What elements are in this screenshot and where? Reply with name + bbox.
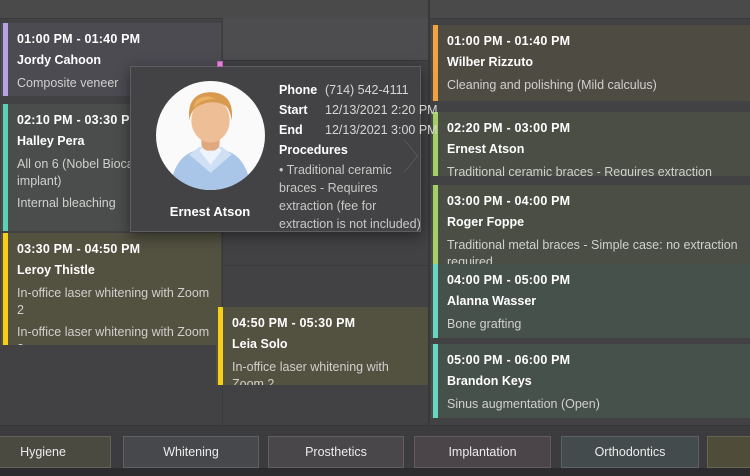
appointment-procedure: In-office laser whitening with Zoom 2 bbox=[232, 360, 389, 385]
appointment-time: 05:00 PM - 06:00 PM bbox=[447, 353, 571, 367]
appointment-patient-name: Leia Solo bbox=[232, 337, 288, 351]
start-label: Start bbox=[279, 103, 308, 117]
appointment-card-brandon-keys[interactable]: 05:00 PM - 06:00 PM Brandon Keys Sinus a… bbox=[431, 344, 750, 418]
timeslot-gridline bbox=[223, 265, 428, 266]
appointment-card-leroy-thistle[interactable]: 03:30 PM - 04:50 PM Leroy Thistle In-off… bbox=[1, 233, 221, 345]
appointment-resize-handle[interactable] bbox=[217, 61, 223, 67]
phone-value: (714) 542-4111 bbox=[325, 83, 409, 97]
appointment-procedure: Sinus augmentation (Open) bbox=[447, 397, 600, 411]
appointment-patient-name: Roger Foppe bbox=[447, 215, 525, 229]
appointment-time: 03:30 PM - 04:50 PM bbox=[17, 242, 141, 256]
tab-whitening[interactable]: Whitening bbox=[123, 436, 259, 468]
tab-hygiene[interactable]: Hygiene bbox=[0, 436, 111, 468]
appointment-patient-name: Brandon Keys bbox=[447, 374, 532, 388]
appointment-procedure: Cleaning and polishing (Mild calculus) bbox=[447, 78, 657, 92]
timeslot-gridline bbox=[223, 60, 428, 61]
appointment-patient-name: Ernest Atson bbox=[447, 142, 525, 156]
appointment-procedure: Traditional ceramic braces - Requires ex… bbox=[447, 165, 712, 176]
appointment-procedure: In-office laser whitening with Zoom 2 bbox=[17, 286, 210, 317]
appointment-patient-name: Leroy Thistle bbox=[17, 263, 95, 277]
category-color-bar bbox=[3, 233, 8, 345]
tab-implantation[interactable]: Implantation bbox=[414, 436, 551, 468]
appointment-time: 01:00 PM - 01:40 PM bbox=[17, 32, 141, 46]
scheduler-window: 01:00 PM - 01:40 PM Jordy Cahoon Composi… bbox=[0, 0, 750, 476]
tab-partial[interactable] bbox=[707, 436, 750, 468]
appointment-card-roger-foppe[interactable]: 03:00 PM - 04:00 PM Roger Foppe Traditio… bbox=[431, 185, 750, 265]
empty-timeslot-cell[interactable] bbox=[223, 18, 428, 60]
appointment-card-ernest-atson[interactable]: 02:20 PM - 03:00 PM Ernest Atson Traditi… bbox=[431, 112, 750, 176]
appointment-time: 02:20 PM - 03:00 PM bbox=[447, 121, 571, 135]
tab-prosthetics[interactable]: Prosthetics bbox=[268, 436, 404, 468]
appointment-procedure: Bone grafting bbox=[447, 317, 522, 331]
end-label: End bbox=[279, 123, 303, 137]
tooltip-patient-panel: Ernest Atson bbox=[143, 77, 277, 223]
category-color-bar bbox=[3, 23, 8, 96]
procedures-text: • Traditional ceramic braces - Requires … bbox=[279, 163, 421, 231]
start-value: 12/13/2021 2:20 PM bbox=[325, 103, 438, 117]
category-color-bar bbox=[3, 104, 8, 231]
bottom-strip bbox=[0, 468, 750, 476]
appointment-time: 04:50 PM - 05:30 PM bbox=[232, 316, 356, 330]
tooltip-details-panel: Phone (714) 542-4111 Start 12/13/2021 2:… bbox=[277, 77, 438, 231]
appointment-card-wilber-rizzuto[interactable]: 01:00 PM - 01:40 PM Wilber Rizzuto Clean… bbox=[431, 25, 750, 101]
scheduler-header-bar bbox=[0, 0, 750, 19]
appointment-time: 04:00 PM - 05:00 PM bbox=[447, 273, 571, 287]
appointment-card-leia-solo[interactable]: 04:50 PM - 05:30 PM Leia Solo In-office … bbox=[216, 307, 428, 385]
category-color-bar bbox=[433, 264, 438, 338]
appointment-patient-name: Alanna Wasser bbox=[447, 294, 537, 308]
category-color-bar bbox=[218, 307, 223, 385]
appointment-procedure: In-office laser whitening with Zoom 2 bbox=[17, 325, 210, 345]
phone-label: Phone bbox=[279, 83, 318, 97]
tooltip-patient-name: Ernest Atson bbox=[169, 204, 251, 219]
category-color-bar bbox=[433, 344, 438, 418]
patient-photo bbox=[155, 81, 265, 190]
appointment-tooltip: Ernest Atson Phone (714) 542-4111 Start … bbox=[130, 66, 438, 232]
end-value: 12/13/2021 3:00 PM bbox=[325, 123, 438, 137]
procedures-label: Procedures bbox=[279, 143, 348, 157]
tab-orthodontics[interactable]: Orthodontics bbox=[561, 436, 699, 468]
appointment-patient-name: Jordy Cahoon bbox=[17, 53, 102, 67]
appointment-procedure: Traditional metal braces - Simple case: … bbox=[447, 238, 738, 265]
appointment-time: 03:00 PM - 04:00 PM bbox=[447, 194, 571, 208]
appointment-patient-name: Wilber Rizzuto bbox=[447, 55, 533, 69]
appointment-card-alanna-wasser[interactable]: 04:00 PM - 05:00 PM Alanna Wasser Bone g… bbox=[431, 264, 750, 338]
appointment-time: 01:00 PM - 01:40 PM bbox=[447, 34, 571, 48]
